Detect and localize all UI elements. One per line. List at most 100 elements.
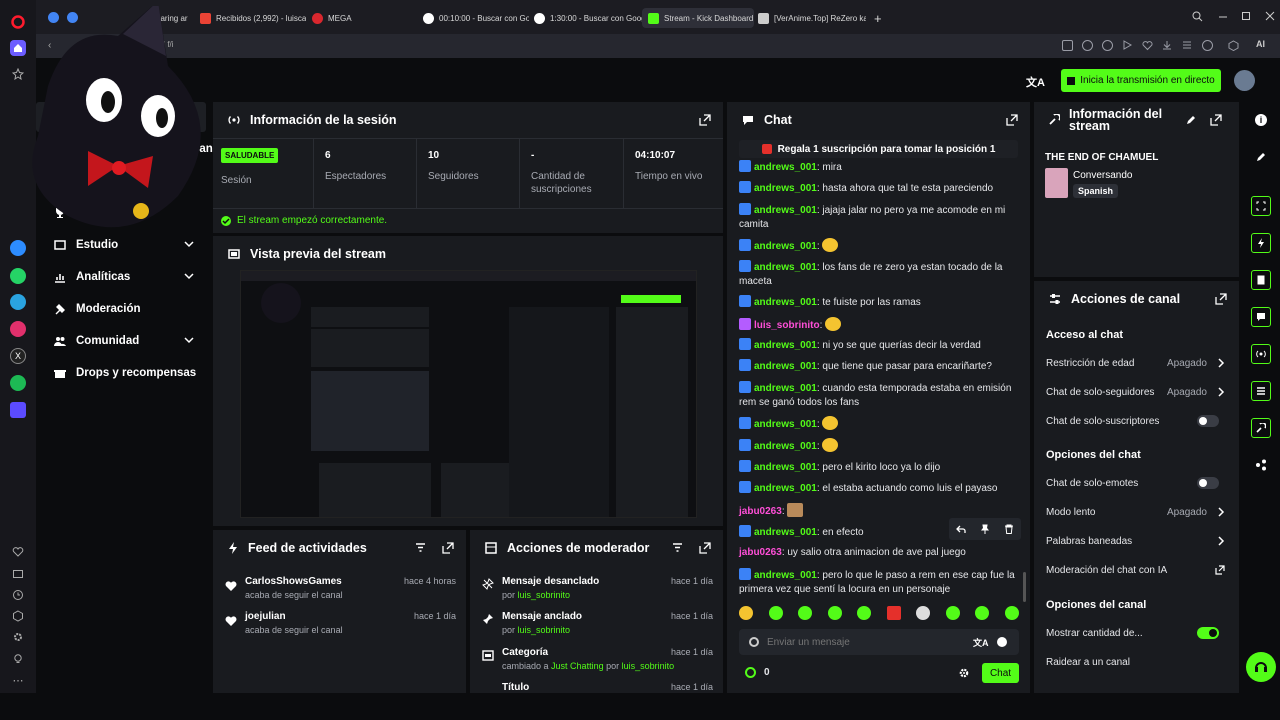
stream-category[interactable]: Conversando — [1073, 170, 1132, 181]
list-button[interactable] — [1251, 381, 1271, 401]
chat-username[interactable]: andrews_001 — [754, 340, 817, 351]
tab-kick-dashboard[interactable]: Stream - Kick Dashboard — [642, 8, 754, 28]
chat-username[interactable]: luis_sobrinito — [754, 320, 820, 331]
pin-icon[interactable] — [980, 524, 990, 534]
heart-icon[interactable] — [10, 544, 26, 560]
clip-button[interactable] — [1251, 196, 1271, 216]
aria-icon[interactable] — [10, 402, 26, 418]
chat-username[interactable]: andrews_001 — [754, 297, 817, 308]
sidebar-item-moderacion[interactable]: Moderación — [54, 303, 141, 315]
instagram-icon[interactable] — [10, 321, 26, 337]
maximize-button[interactable] — [1241, 11, 1251, 21]
more-icon[interactable]: ⋯ — [10, 672, 26, 688]
bulb-icon[interactable] — [10, 651, 26, 667]
sidebar-item-analiticas[interactable]: Analíticas — [54, 271, 194, 283]
chat-username[interactable]: andrews_001 — [754, 262, 817, 273]
chat-button[interactable] — [1251, 307, 1271, 327]
star-icon[interactable] — [10, 66, 26, 82]
x-icon[interactable]: X — [10, 348, 26, 364]
emotes-only-toggle[interactable] — [1197, 477, 1219, 489]
feed-user-name[interactable]: joejulian — [245, 611, 286, 622]
spotify-icon[interactable] — [10, 375, 26, 391]
raid-row[interactable]: Raidear a un canal — [1046, 653, 1227, 671]
chat-username[interactable]: andrews_001 — [754, 527, 817, 538]
edit-icon[interactable] — [1256, 152, 1266, 162]
wrench-button[interactable] — [1251, 418, 1271, 438]
gear-icon[interactable] — [958, 667, 970, 679]
popout-icon[interactable] — [1215, 293, 1227, 305]
translate-icon[interactable]: 文A — [1026, 74, 1045, 90]
extensions-icon[interactable] — [10, 608, 26, 624]
heart-outline-icon[interactable] — [1142, 40, 1153, 51]
chat-input[interactable] — [767, 633, 957, 651]
mod-action-user[interactable]: luis_sobrinito — [518, 590, 571, 600]
camera-icon[interactable] — [1082, 40, 1093, 51]
cube-icon[interactable] — [1228, 40, 1239, 51]
emote-icon[interactable] — [827, 606, 842, 620]
hamburger-menu-icon[interactable] — [56, 76, 68, 86]
broadcast-button[interactable] — [1251, 344, 1271, 364]
stream-preview-video[interactable] — [240, 270, 697, 518]
chat-username[interactable]: andrews_001 — [754, 462, 817, 473]
chrome-tab-icon[interactable] — [48, 12, 59, 23]
filter-icon[interactable] — [415, 542, 426, 553]
sidebar-item-comunidad[interactable]: Comunidad — [54, 335, 194, 347]
sidebar-item-logros[interactable]: Logros — [54, 207, 115, 219]
tab-google-2[interactable]: 1:30:00 - Buscar con Goog — [534, 8, 642, 28]
popout-icon[interactable] — [699, 114, 711, 126]
gift-sub-banner[interactable]: Regala 1 suscripción para tomar la posic… — [739, 140, 1018, 158]
popout-icon[interactable] — [442, 542, 454, 554]
delete-icon[interactable] — [1004, 524, 1014, 534]
telegram-icon[interactable] — [10, 294, 26, 310]
chat-username[interactable]: andrews_001 — [754, 383, 817, 394]
mod-action-user[interactable]: luis_sobrinito — [622, 661, 675, 671]
whatsapp-icon[interactable] — [10, 268, 26, 284]
ai-moderation-row[interactable]: Moderación del chat con IA — [1046, 561, 1227, 579]
edit-icon[interactable] — [1186, 115, 1196, 125]
age-restriction-row[interactable]: Restricción de edad Apagado — [1046, 354, 1227, 372]
close-window-button[interactable] — [1265, 11, 1275, 21]
tab-sharing[interactable]: sharing ar — [152, 8, 196, 28]
emote-icon[interactable] — [916, 606, 931, 620]
tab-mega[interactable]: MEGA — [312, 8, 392, 28]
menu-lines-icon[interactable] — [1182, 40, 1193, 51]
emote-icon[interactable] — [886, 606, 901, 620]
chat-username[interactable]: andrews_001 — [754, 183, 817, 194]
share-icon[interactable] — [1255, 459, 1267, 471]
chat-username[interactable]: andrews_001 — [754, 483, 817, 494]
chat-username[interactable]: andrews_001 — [754, 361, 817, 372]
new-tab-button[interactable]: + — [874, 8, 888, 28]
chat-points[interactable]: 0 — [745, 667, 770, 678]
sidebar-item-estudio[interactable]: Estudio — [54, 239, 194, 251]
chat-username[interactable]: andrews_001 — [754, 441, 817, 452]
chat-scrollbar[interactable] — [1023, 572, 1026, 602]
sidebar-item-drops[interactable]: Drops y recompensas — [54, 367, 196, 379]
chat-username[interactable]: andrews_001 — [754, 570, 817, 581]
url-fragment[interactable]: rd f/i — [158, 40, 174, 49]
emote-icon[interactable] — [975, 606, 990, 620]
start-live-button[interactable]: Inicia la transmisión en directo — [1061, 69, 1221, 92]
emote-icon[interactable] — [798, 606, 813, 620]
bolt-button[interactable] — [1251, 233, 1271, 253]
opera-logo-icon[interactable] — [10, 14, 26, 30]
filter-icon[interactable] — [672, 542, 683, 553]
show-count-toggle[interactable] — [1197, 627, 1219, 639]
chat-username[interactable]: andrews_001 — [754, 241, 817, 252]
home-icon[interactable] — [10, 40, 26, 56]
avatar[interactable] — [1234, 70, 1255, 91]
support-button[interactable] — [1246, 652, 1276, 682]
emote-icon[interactable] — [1004, 606, 1019, 620]
subs-only-toggle[interactable] — [1197, 415, 1219, 427]
chat-username[interactable]: andrews_001 — [754, 419, 817, 430]
play-icon[interactable] — [1122, 40, 1133, 51]
tab-veranime[interactable]: [VerAnime.Top] ReZero ka — [758, 8, 866, 28]
popout-icon[interactable] — [699, 542, 711, 554]
send-chat-button[interactable]: Chat — [982, 663, 1019, 683]
popout-icon[interactable] — [1006, 114, 1018, 126]
info-icon[interactable]: i — [1255, 114, 1267, 126]
chat-username[interactable]: andrews_001 — [754, 205, 817, 216]
messenger-icon[interactable] — [10, 240, 26, 256]
sidebar-item-ingresos[interactable]: Ingresos — [54, 175, 123, 187]
banned-words-row[interactable]: Palabras baneadas — [1046, 532, 1227, 550]
emote-icon[interactable] — [739, 606, 753, 620]
